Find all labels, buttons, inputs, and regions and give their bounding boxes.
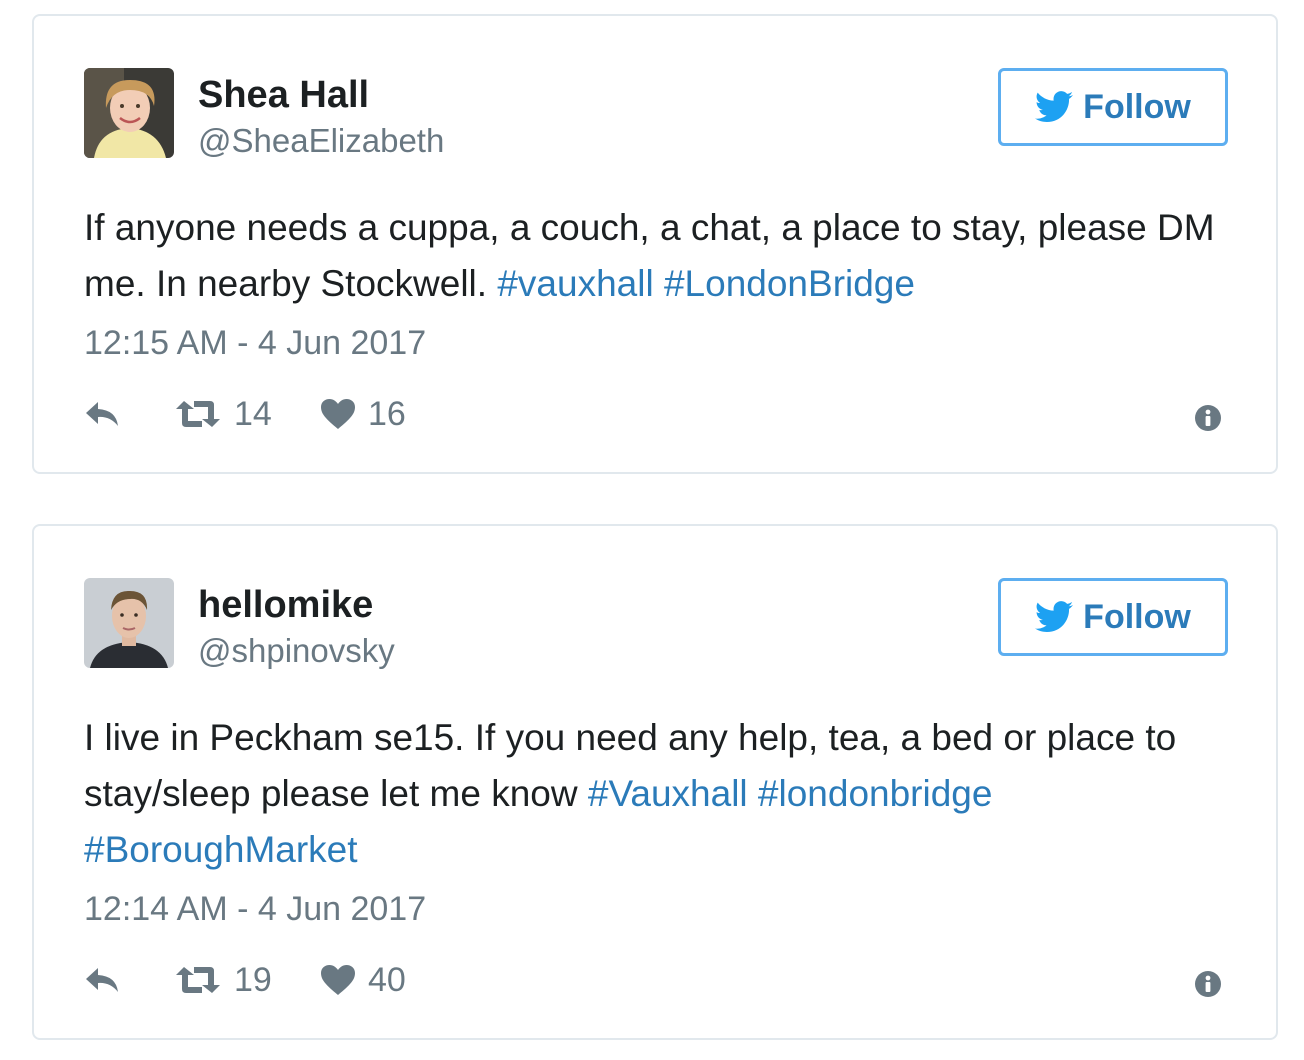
tweet-text: I live in Peckham se15. If you need any … [84, 710, 1234, 878]
follow-label: Follow [1083, 87, 1191, 126]
follow-button[interactable]: Follow [998, 68, 1228, 146]
author-name[interactable]: hellomike [198, 584, 373, 627]
avatar-photo [84, 578, 174, 668]
info-circle-icon [1195, 405, 1221, 431]
tweet-text-space [654, 263, 664, 304]
hashtag-link[interactable]: #vauxhall [497, 263, 653, 304]
retweet-button[interactable]: 19 [174, 958, 272, 1002]
author-handle[interactable]: @shpinovsky [198, 632, 395, 670]
retweet-button[interactable]: 14 [174, 392, 272, 436]
tweet-timestamp[interactable]: 12:14 AM - 4 Jun 2017 [84, 890, 426, 929]
twitter-bird-icon [1035, 91, 1074, 123]
reply-arrow-icon [86, 968, 118, 992]
tweet-actions: 19 40 [84, 958, 1234, 1002]
reply-button[interactable] [84, 958, 122, 1002]
tweet-card: Shea Hall @SheaElizabeth Follow If anyon… [32, 14, 1278, 474]
hashtag-link[interactable]: #Vauxhall [588, 773, 748, 814]
retweet-count: 19 [234, 960, 272, 999]
retweet-count: 14 [234, 394, 272, 433]
like-button[interactable]: 40 [320, 958, 406, 1002]
tweet-card: hellomike @shpinovsky Follow I live in P… [32, 524, 1278, 1040]
tweet-text: If anyone needs a cuppa, a couch, a chat… [84, 200, 1234, 312]
avatar[interactable] [84, 68, 174, 158]
like-count: 16 [368, 394, 406, 433]
hashtag-link[interactable]: #LondonBridge [664, 263, 915, 304]
like-button[interactable]: 16 [320, 392, 406, 436]
like-count: 40 [368, 960, 406, 999]
tweet-info-button[interactable] [1194, 396, 1222, 440]
author-name[interactable]: Shea Hall [198, 74, 369, 117]
info-circle-icon [1195, 971, 1221, 997]
reply-button[interactable] [84, 392, 122, 436]
follow-button[interactable]: Follow [998, 578, 1228, 656]
tweet-actions: 14 16 [84, 392, 1234, 436]
follow-label: Follow [1083, 597, 1191, 636]
reply-arrow-icon [86, 402, 118, 426]
tweet-info-button[interactable] [1194, 962, 1222, 1006]
avatar-photo [84, 68, 174, 158]
hashtag-link[interactable]: #BoroughMarket [84, 829, 358, 870]
heart-icon [321, 965, 355, 995]
retweet-icon [176, 967, 220, 993]
avatar[interactable] [84, 578, 174, 668]
retweet-icon [176, 401, 220, 427]
hashtag-link[interactable]: #londonbridge [758, 773, 993, 814]
twitter-bird-icon [1035, 601, 1074, 633]
tweet-timestamp[interactable]: 12:15 AM - 4 Jun 2017 [84, 324, 426, 363]
author-handle[interactable]: @SheaElizabeth [198, 122, 444, 160]
heart-icon [321, 399, 355, 429]
tweet-text-space [748, 773, 758, 814]
